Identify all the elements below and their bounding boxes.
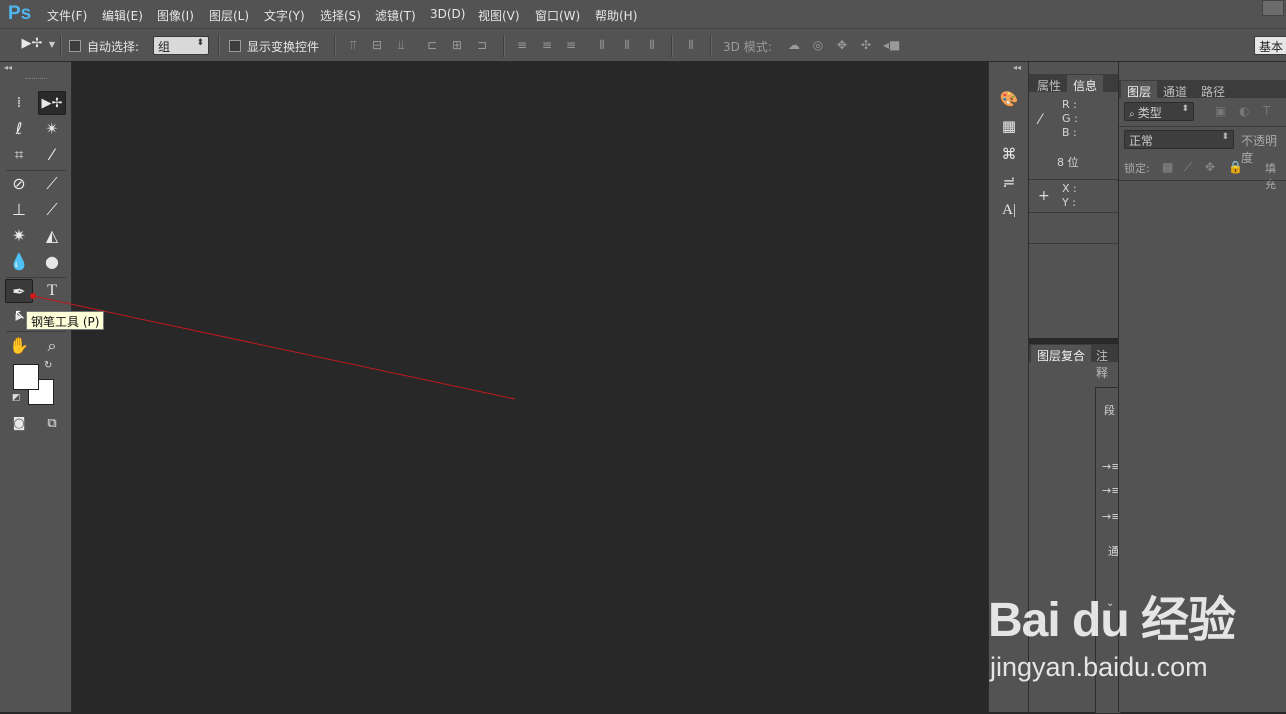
divider	[1119, 126, 1286, 127]
eyedropper-icon: ⁄	[1039, 112, 1042, 128]
tab-properties[interactable]: 属性	[1031, 75, 1067, 93]
paragraph-label: 段	[1104, 404, 1115, 417]
fill-label: 填充	[1265, 162, 1276, 191]
tab-layer-comps[interactable]: 图层复合	[1031, 345, 1092, 363]
blend-mode-value: 正常	[1129, 134, 1154, 148]
x-label: X :	[1062, 182, 1077, 195]
divider	[1029, 179, 1119, 180]
divider	[1029, 243, 1119, 244]
lock-all-icon[interactable]: 🔒	[1228, 160, 1243, 174]
y-label: Y :	[1062, 196, 1076, 209]
b-label: B :	[1062, 126, 1077, 139]
baidu-jingyan-watermark-logo: Bai du 经验	[988, 594, 1236, 647]
mouse-cursor-icon: ↖	[14, 307, 26, 323]
brush-presets-icon[interactable]: ⌘	[997, 143, 1021, 165]
swatches-grid-icon[interactable]: ▦	[997, 115, 1021, 137]
pen-tool-tooltip: 钢笔工具 (P)	[26, 311, 105, 330]
layer-filter-value: 类型	[1137, 106, 1162, 120]
filter-adjustment-icon[interactable]: ◐	[1239, 104, 1249, 118]
bit-depth: 8 位	[1057, 156, 1079, 169]
updown-arrows-icon: ⬍	[1221, 132, 1229, 142]
blend-mode-dropdown[interactable]: 正常 ⬍	[1124, 130, 1234, 149]
character-panel-icon[interactable]: A|	[997, 199, 1021, 221]
g-label: G :	[1062, 112, 1078, 125]
filter-pixel-icon[interactable]: ▣	[1215, 104, 1226, 118]
tab-paths[interactable]: 路径	[1195, 81, 1231, 99]
layer-filter-dropdown[interactable]: ⌕ 类型 ⬍	[1124, 102, 1194, 121]
lock-label: 锁定:	[1124, 162, 1150, 175]
annotation-line	[32, 295, 516, 400]
lock-position-icon[interactable]: ✥	[1205, 160, 1215, 174]
color-palette-icon[interactable]: 🎨	[997, 88, 1021, 110]
watermark-url: jingyan.baidu.com	[990, 652, 1208, 682]
divider	[1119, 180, 1286, 181]
tab-notes[interactable]: 注释	[1090, 345, 1118, 380]
updown-arrows-icon: ⬍	[1181, 104, 1189, 114]
adjustments-icon[interactable]: ≓	[997, 171, 1021, 193]
divider	[1029, 212, 1119, 213]
lock-image-icon[interactable]: ⟋	[1184, 160, 1192, 175]
lock-transparent-icon[interactable]: ▩	[1162, 160, 1173, 174]
foreground-color-swatch[interactable]	[13, 364, 39, 390]
crosshair-icon: +	[1038, 188, 1050, 204]
tab-layers[interactable]: 图层	[1121, 81, 1158, 99]
tab-info[interactable]: 信息	[1067, 75, 1104, 93]
r-label: R :	[1062, 98, 1077, 111]
filter-type-icon[interactable]: T	[1263, 104, 1270, 118]
search-icon: ⌕	[1129, 109, 1138, 120]
annotation-dot	[30, 293, 36, 299]
tab-channels[interactable]: 通道	[1157, 81, 1193, 99]
collapse-arrows-icon[interactable]: ◂◂	[1013, 63, 1021, 72]
